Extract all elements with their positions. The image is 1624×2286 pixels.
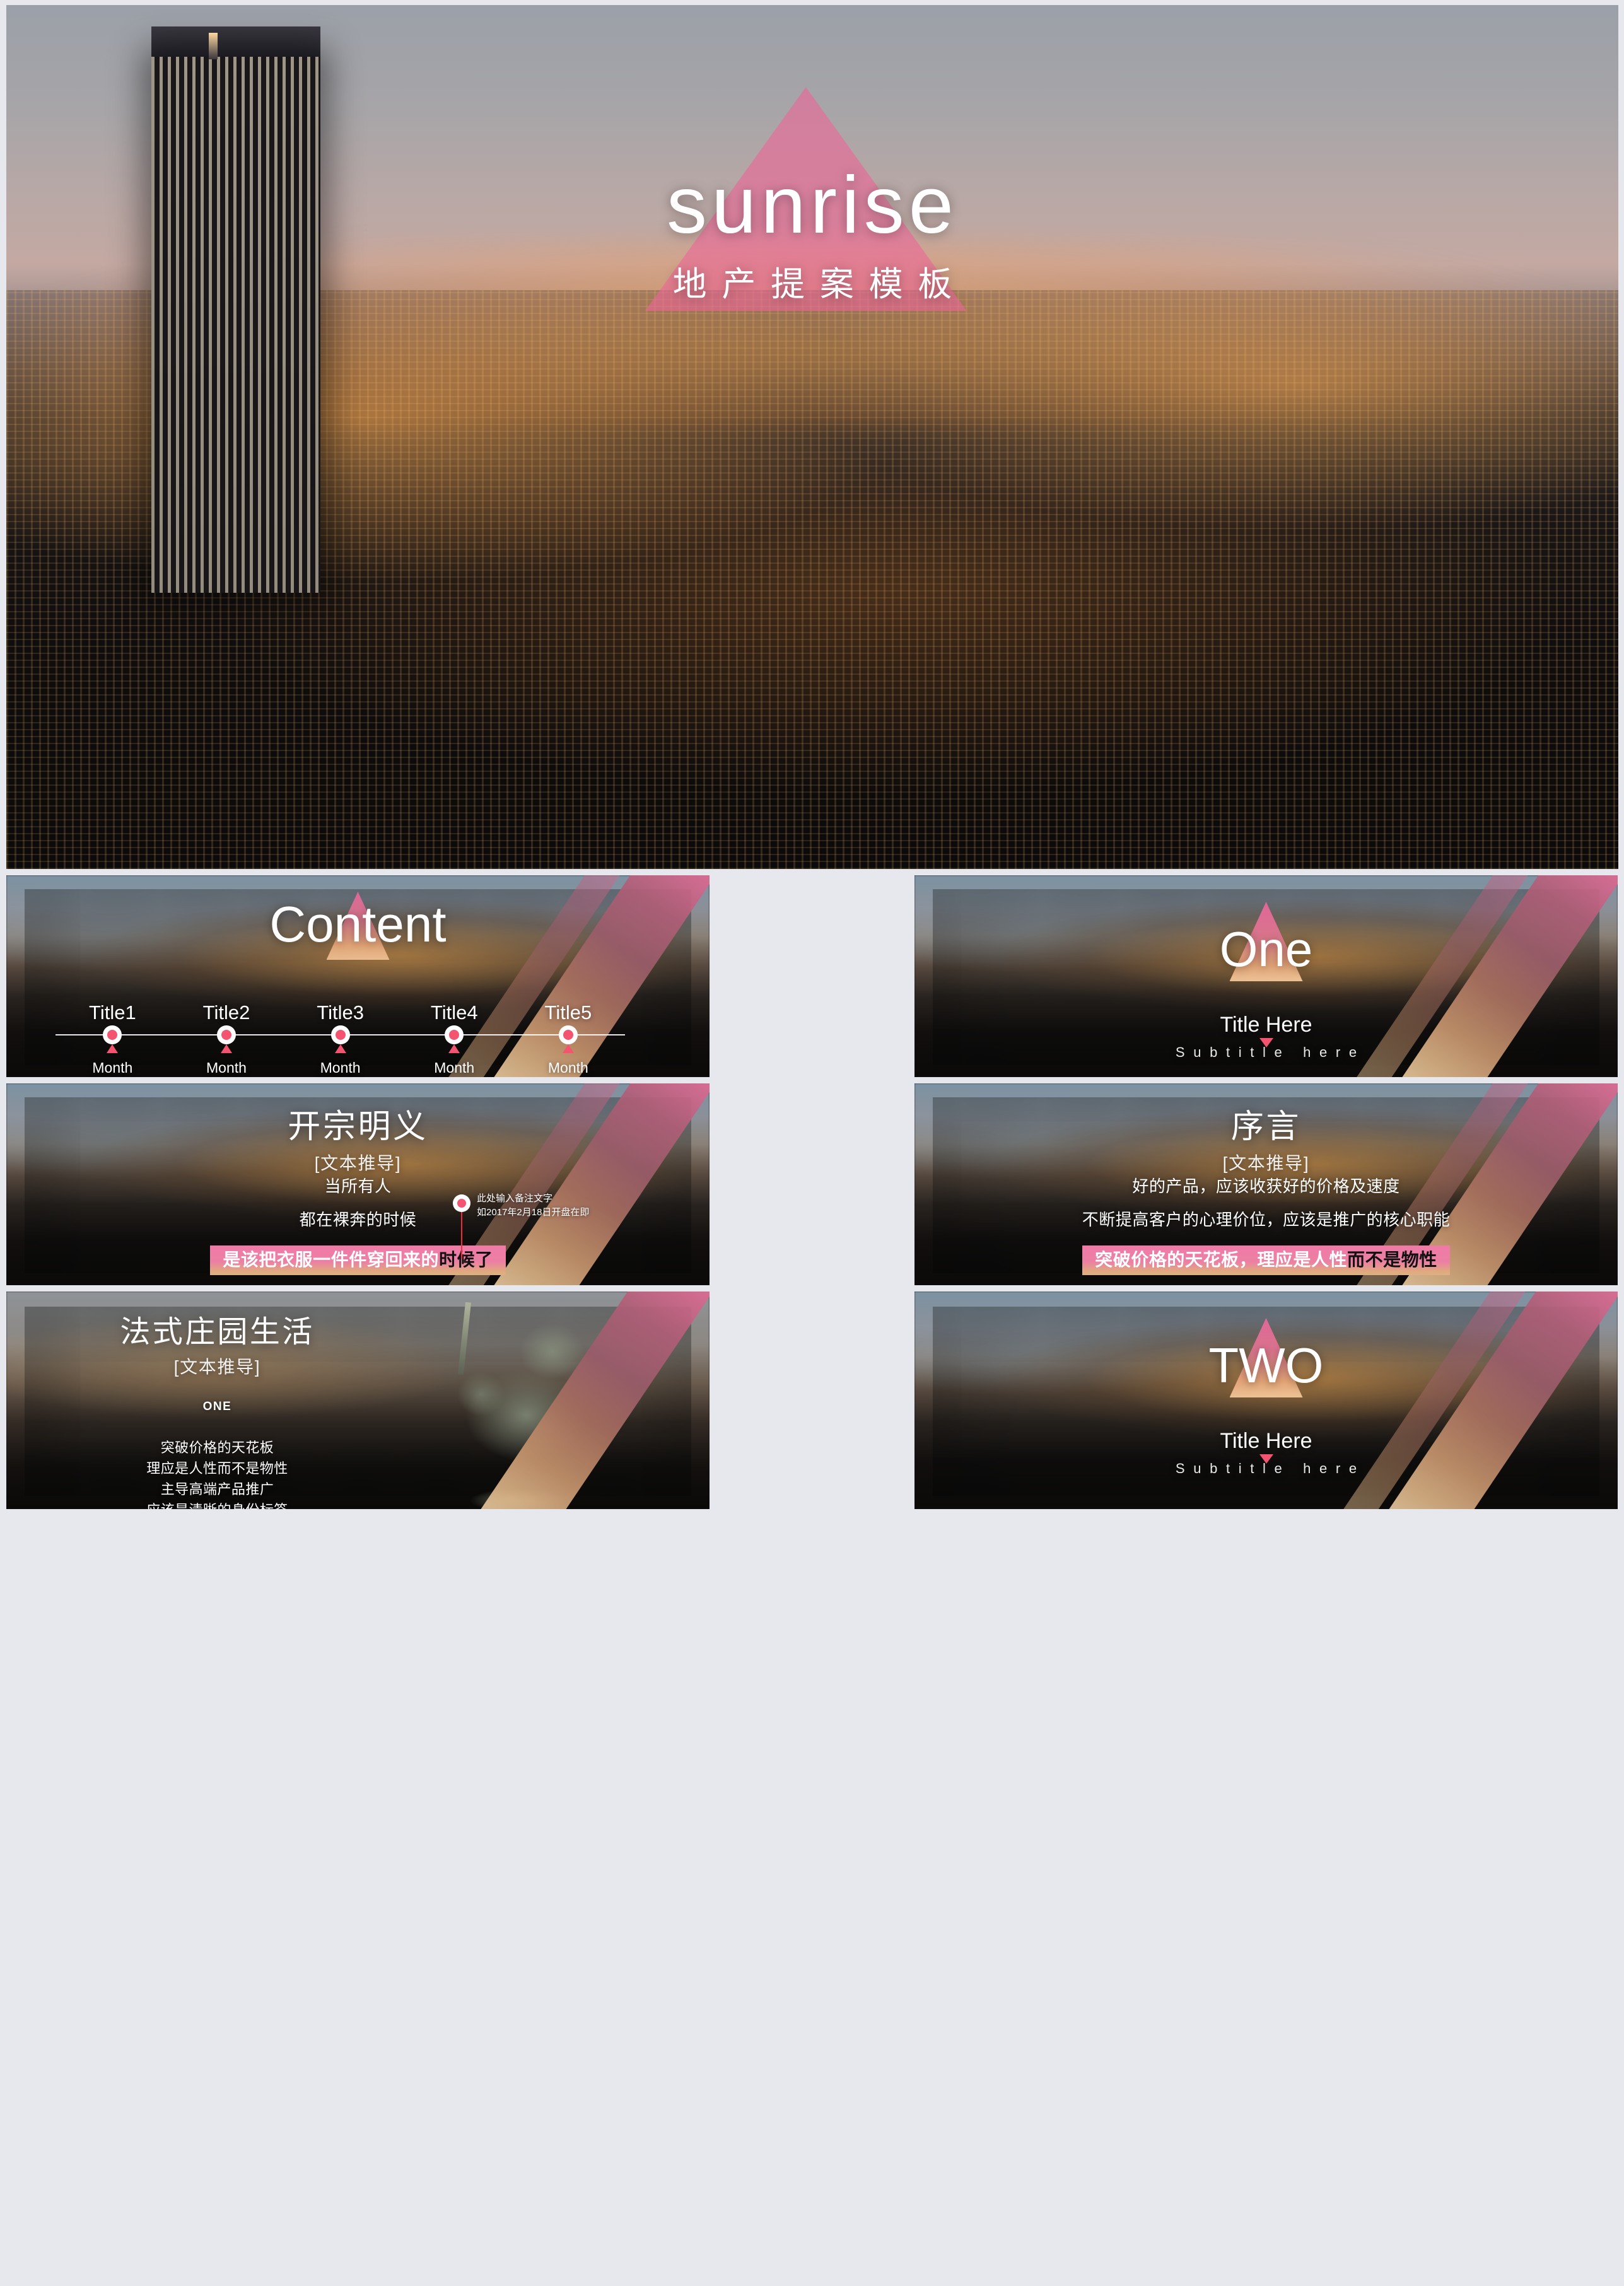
annotation-line-2: 如2017年2月18日开盘在即 [477, 1206, 590, 1218]
timeline-dot[interactable] [511, 1025, 626, 1044]
section-number-word: One [1219, 921, 1313, 977]
annotation-line-1: 此处输入备注文字 [477, 1193, 553, 1204]
timeline-month: Month [547, 1059, 588, 1076]
content-heading: Content [269, 896, 447, 952]
timeline-dot[interactable] [283, 1025, 397, 1044]
slide-heading-block: 法式庄园生活 [文本推导] [20, 1307, 414, 1379]
slide-subtitle: [文本推导] [173, 1357, 261, 1377]
slide-subtitle: [文本推导] [314, 1153, 402, 1173]
section-number-word: TWO [1208, 1338, 1324, 1393]
caret-up-icon [170, 1044, 284, 1053]
slide-heading-block: 序言 [文本推导] [914, 1100, 1618, 1175]
timeline-title: Title5 [544, 1001, 592, 1023]
slide-body: 好的产品，应该收获好的价格及速度 不断提高客户的心理价位，应该是推广的核心职能 … [914, 1177, 1618, 1285]
slide-kaizongmingyi[interactable]: 开宗明义 [文本推导] 当所有人 都在裸奔的时候 是该把衣服一件件穿回来的时候了… [6, 1083, 710, 1285]
highlight-bold-text: 时候了 [439, 1249, 493, 1269]
timeline-month: Month [206, 1059, 247, 1076]
highlight-bold-text: 而不是物性 [1347, 1249, 1437, 1269]
highlight-band: 突破价格的天花板，理应是人性而不是物性 [1082, 1245, 1450, 1275]
hero-subtitle: 地产提案模板 [672, 265, 967, 303]
slide-subtitle: [文本推导] [1222, 1153, 1310, 1173]
timeline-dot[interactable] [397, 1025, 511, 1044]
caret-up-icon [397, 1044, 511, 1053]
presentation-deck: sunrise 地产提案模板 Content Title1 Title2 Tit… [0, 0, 1624, 2286]
timeline-dots [55, 1025, 625, 1044]
slide-section-two[interactable]: TWO Title Here Subtitle here [914, 1292, 1618, 1509]
section-badge-label: ONE [202, 1400, 232, 1413]
slide-xuyan[interactable]: 序言 [文本推导] 好的产品，应该收获好的价格及速度 不断提高客户的心理价位，应… [914, 1083, 1618, 1285]
hero-slide[interactable]: sunrise 地产提案模板 [6, 5, 1618, 869]
timeline-axis [55, 1034, 626, 1035]
timeline-title: Title4 [430, 1001, 478, 1023]
slide-fashi[interactable]: 法式庄园生活 [文本推导] ONE 突破价格的天花板 理应是人性而不是物性 主导… [6, 1292, 710, 1509]
body-line: 当所有人 [324, 1177, 392, 1196]
annotation-dot-icon [453, 1194, 471, 1212]
section-subtitle: Subtitle here [1175, 1044, 1365, 1060]
timeline-dot[interactable] [55, 1025, 170, 1044]
body-line: 主导高端产品推广 [160, 1481, 274, 1498]
timeline-title: Title2 [202, 1001, 250, 1023]
hero-title: sunrise [667, 160, 958, 251]
timeline-caret-markers [55, 1044, 625, 1053]
body-line: 都在裸奔的时候 [299, 1210, 417, 1230]
slide-title: 开宗明义 [288, 1109, 428, 1145]
timeline-month: Month [320, 1059, 361, 1076]
timeline: Title1 Title2 Title3 Title4 Title5 Month… [55, 1001, 626, 1076]
highlight-row: 突破价格的天花板，理应是人性而不是物性 [914, 1245, 1618, 1275]
timeline-month: Month [434, 1059, 475, 1076]
highlight-plain-text: 是该把衣服一件件穿回来的 [223, 1249, 440, 1269]
body-line: 不断提高客户的心理价位，应该是推广的核心职能 [1082, 1210, 1451, 1230]
body-line: 突破价格的天花板 [160, 1440, 274, 1455]
highlight-row: 是该把衣服一件件穿回来的时候了 [6, 1245, 710, 1275]
caret-up-icon [283, 1044, 397, 1053]
slide-body: 突破价格的天花板 理应是人性而不是物性 主导高端产品推广 应该是清晰的身份标签 … [20, 1440, 414, 1509]
highlight-plain-text: 突破价格的天花板，理应是人性 [1095, 1249, 1348, 1269]
caret-up-icon [511, 1044, 626, 1053]
annotation-text: 此处输入备注文字 如2017年2月18日开盘在即 [477, 1192, 589, 1220]
slide-heading-block: 开宗明义 [文本推导] [6, 1100, 710, 1175]
timeline-titles: Title1 Title2 Title3 Title4 Title5 [55, 1001, 625, 1024]
body-line: 好的产品，应该收获好的价格及速度 [1132, 1177, 1400, 1196]
slide-title: 序言 [1230, 1109, 1302, 1145]
hero-skyscraper [151, 32, 321, 593]
caret-up-icon [55, 1044, 170, 1053]
slide-section-one[interactable]: One Title Here Subtitle here [914, 875, 1618, 1077]
body-line: 理应是人性而不是物性 [146, 1461, 288, 1477]
slide-grid: Content Title1 Title2 Title3 Title4 Titl… [6, 875, 1618, 1509]
annotation-leader-line [461, 1212, 463, 1259]
timeline-title: Title1 [89, 1001, 136, 1023]
timeline-month: Month [92, 1059, 133, 1076]
section-title: Title Here [1220, 1013, 1312, 1037]
slide-content[interactable]: Content Title1 Title2 Title3 Title4 Titl… [6, 875, 710, 1077]
section-badge: ONE [20, 1400, 414, 1414]
hero-text-block: sunrise 地产提案模板 [6, 165, 1618, 306]
slide-title: 法式庄园生活 [120, 1315, 315, 1349]
timeline-title: Title3 [317, 1001, 364, 1023]
body-line: 应该是清晰的身份标签 [20, 1503, 414, 1509]
timeline-months: Month Month Month Month Month [55, 1059, 625, 1076]
slide-body: 当所有人 都在裸奔的时候 是该把衣服一件件穿回来的时候了 [6, 1177, 710, 1285]
section-title: Title Here [1220, 1429, 1312, 1453]
timeline-dot[interactable] [170, 1025, 284, 1044]
section-subtitle: Subtitle here [1175, 1461, 1365, 1476]
